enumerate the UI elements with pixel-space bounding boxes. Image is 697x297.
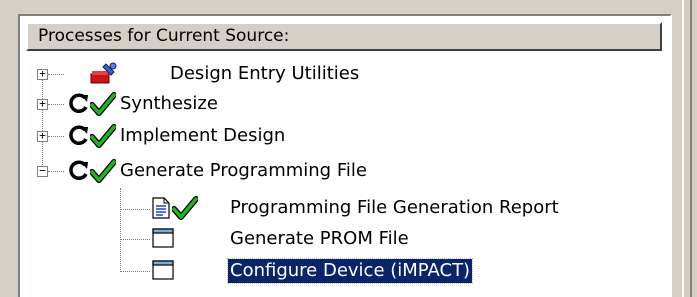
report-document-icon xyxy=(152,197,170,219)
panel-header: Processes for Current Source: xyxy=(26,22,662,51)
tree-line-5 xyxy=(120,209,150,210)
tree-line-1 xyxy=(48,74,64,75)
tree-line-4 xyxy=(48,171,64,172)
expand-button-implement-design[interactable]: + xyxy=(37,130,48,142)
tree-line-3 xyxy=(48,136,64,137)
tools-icon xyxy=(90,62,117,84)
check-icon xyxy=(90,159,116,183)
expand-button-synthesize[interactable]: + xyxy=(37,98,48,110)
check-icon xyxy=(90,92,116,116)
collapse-button-generate-programming-file[interactable]: − xyxy=(37,165,48,177)
tree-item-design-entry-utilities[interactable]: Design Entry Utilities xyxy=(168,62,361,86)
check-icon xyxy=(90,124,116,148)
process-window-icon xyxy=(152,260,174,280)
tree-item-implement-design[interactable]: Implement Design xyxy=(118,124,287,148)
tree-item-programming-file-generation-report[interactable]: Programming File Generation Report xyxy=(228,196,561,220)
tree-item-configure-device[interactable]: Configure Device (iMPACT) xyxy=(226,258,474,284)
refresh-icon xyxy=(69,125,88,145)
processes-panel: Processes for Current Source: + Design E… xyxy=(18,14,672,297)
tree-line-root xyxy=(42,74,43,177)
splitter[interactable] xyxy=(676,0,697,297)
process-window-icon xyxy=(152,228,174,248)
refresh-icon xyxy=(69,160,88,180)
tree-item-synthesize[interactable]: Synthesize xyxy=(118,92,220,116)
splitter-edge-dark xyxy=(690,0,692,297)
tree-line-2 xyxy=(48,104,64,105)
tree-line-children xyxy=(120,188,121,272)
tree-line-7 xyxy=(120,271,150,272)
expand-button-design-entry[interactable]: + xyxy=(37,68,48,80)
tree-item-generate-programming-file[interactable]: Generate Programming File xyxy=(118,159,369,183)
splitter-edge-light xyxy=(682,0,684,297)
check-icon xyxy=(172,196,198,220)
tree-line-6 xyxy=(120,239,150,240)
tree-item-generate-prom-file[interactable]: Generate PROM File xyxy=(228,227,411,251)
refresh-icon xyxy=(69,93,88,113)
